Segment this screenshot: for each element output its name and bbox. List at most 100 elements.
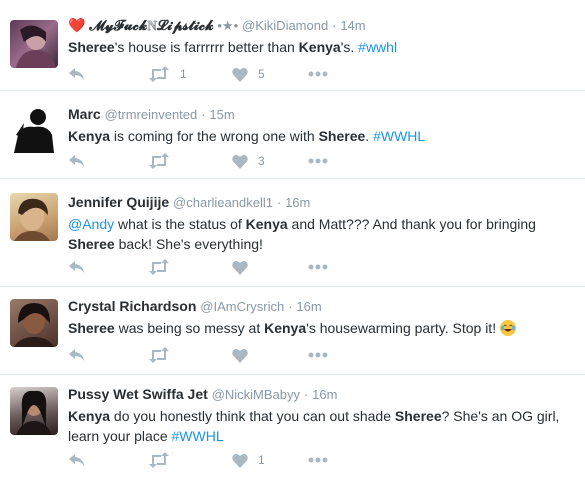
heart-icon	[232, 260, 248, 275]
tweet[interactable]: Pussy Wet Swiffa Jet @NickiMBabyy · 16m …	[0, 375, 585, 480]
reply-icon	[69, 349, 84, 361]
tweet-timeline: ❤️ 𝓜𝔂𝓕𝓾𝓬𝓴ℕ𝓛𝓲𝓹𝓼𝓽𝓲𝓬𝓴 •★• @KikiDiamond · 14…	[0, 0, 585, 480]
keyword: Sheree	[394, 408, 442, 424]
timestamp[interactable]: 14m	[340, 18, 365, 33]
timestamp[interactable]: 15m	[209, 107, 234, 122]
keyword: Kenya	[68, 408, 111, 424]
timestamp[interactable]: 16m	[285, 195, 310, 210]
avatar[interactable]	[10, 20, 58, 68]
more-button[interactable]	[308, 151, 328, 171]
reply-button[interactable]	[68, 257, 86, 277]
separator-dot: ·	[303, 387, 309, 402]
tweet-text: Sheree was being so messy at Kenya's hou…	[68, 318, 575, 338]
tweet-actions: 3	[68, 151, 368, 171]
username[interactable]: @KikiDiamond	[242, 18, 328, 33]
reply-button[interactable]	[68, 450, 86, 470]
more-icon	[308, 158, 328, 164]
more-button[interactable]	[308, 345, 328, 365]
more-icon	[308, 71, 328, 77]
retweet-button[interactable]	[148, 450, 180, 470]
tweet-header: Pussy Wet Swiffa Jet @NickiMBabyy · 16m	[68, 385, 575, 404]
tweet-header: Marc @trmreinvented · 15m	[68, 105, 575, 124]
retweet-icon	[149, 153, 169, 169]
tweet-header: Crystal Richardson @IAmCrysrich · 16m	[68, 297, 575, 316]
avatar[interactable]	[10, 193, 58, 241]
tweet-text: @Andy what is the status of Kenya and Ma…	[68, 214, 575, 254]
keyword: Kenya	[245, 216, 288, 232]
text-segment: was being so messy at	[114, 320, 265, 336]
display-name[interactable]: Marc	[68, 106, 101, 122]
text-segment: do you honestly think that you can out s…	[110, 408, 395, 424]
tweet-header: ❤️ 𝓜𝔂𝓕𝓾𝓬𝓴ℕ𝓛𝓲𝓹𝓼𝓽𝓲𝓬𝓴 •★• @KikiDiamond · 14…	[68, 16, 575, 35]
more-icon	[308, 457, 328, 463]
tweet-text: Sheree's house is farrrrrr better than K…	[68, 37, 575, 57]
heart-icon	[232, 348, 248, 363]
retweet-button[interactable]: 1	[148, 64, 187, 84]
like-button[interactable]	[232, 257, 258, 277]
retweet-icon	[149, 452, 169, 468]
like-button[interactable]	[232, 345, 258, 365]
display-name[interactable]: Pussy Wet Swiffa Jet	[68, 386, 208, 402]
reply-icon	[69, 155, 84, 167]
red-heart-emoji: ❤️	[68, 17, 86, 33]
reply-button[interactable]	[68, 64, 86, 84]
retweet-count: 1	[180, 67, 187, 81]
keyword: Kenya	[298, 39, 341, 55]
text-segment: .	[365, 128, 374, 144]
tweet-actions	[68, 257, 368, 277]
keyword: Sheree	[68, 236, 115, 252]
username[interactable]: @NickiMBabyy	[212, 387, 300, 402]
tweet[interactable]: Crystal Richardson @IAmCrysrich · 16m Sh…	[0, 287, 585, 375]
text-segment: 's.	[340, 39, 359, 55]
like-button[interactable]: 5	[232, 64, 265, 84]
name-decoration: •★•	[217, 18, 239, 33]
retweet-button[interactable]	[148, 345, 180, 365]
more-button[interactable]	[308, 257, 328, 277]
retweet-button[interactable]	[148, 257, 180, 277]
tweet[interactable]: Marc @trmreinvented · 15m Kenya is comin…	[0, 91, 585, 179]
tweet-actions: 1	[68, 450, 368, 470]
tweet-actions	[68, 345, 368, 365]
like-count: 3	[258, 154, 265, 168]
timestamp[interactable]: 16m	[312, 387, 337, 402]
like-button[interactable]: 3	[232, 151, 265, 171]
reply-button[interactable]	[68, 151, 86, 171]
display-name[interactable]: 𝓜𝔂𝓕𝓾𝓬𝓴ℕ𝓛𝓲𝓹𝓼𝓽𝓲𝓬𝓴	[89, 17, 213, 33]
more-icon	[308, 264, 328, 270]
reply-button[interactable]	[68, 345, 86, 365]
tweet[interactable]: ❤️ 𝓜𝔂𝓕𝓾𝓬𝓴ℕ𝓛𝓲𝓹𝓼𝓽𝓲𝓬𝓴 •★• @KikiDiamond · 14…	[0, 0, 585, 91]
keyword: Sheree	[68, 39, 115, 55]
username[interactable]: @trmreinvented	[105, 107, 198, 122]
like-count: 1	[258, 453, 265, 467]
mention-link[interactable]: @Andy	[68, 216, 114, 232]
avatar[interactable]	[10, 105, 58, 153]
retweet-icon	[149, 259, 169, 275]
retweet-button[interactable]	[148, 151, 180, 171]
heart-icon	[232, 67, 248, 82]
heart-icon	[232, 453, 248, 468]
reply-icon	[69, 454, 84, 466]
keyword: Kenya	[68, 128, 111, 144]
more-button[interactable]	[308, 450, 328, 470]
separator-dot: ·	[332, 18, 337, 33]
like-button[interactable]: 1	[232, 450, 265, 470]
hashtag-link[interactable]: #WWHL	[373, 128, 425, 144]
text-segment: back! She's everything!	[114, 236, 263, 252]
avatar[interactable]	[10, 387, 58, 435]
display-name[interactable]: Crystal Richardson	[68, 298, 196, 314]
username[interactable]: @IAmCrysrich	[200, 299, 284, 314]
username[interactable]: @charlieandkell1	[173, 195, 273, 210]
like-count: 5	[258, 67, 265, 81]
more-button[interactable]	[308, 64, 328, 84]
more-icon	[308, 352, 328, 358]
separator-dot: ·	[288, 299, 293, 314]
tweet[interactable]: Jennifer Quijije @charlieandkell1 · 16m …	[0, 179, 585, 287]
timestamp[interactable]: 16m	[296, 299, 321, 314]
keyword: Sheree	[318, 128, 366, 144]
hashtag-link[interactable]: #WWHL	[172, 428, 224, 444]
tweet-text: Kenya is coming for the wrong one with S…	[68, 126, 575, 146]
avatar[interactable]	[10, 299, 58, 347]
text-segment: 's house is farrrrrr better than	[114, 39, 299, 55]
hashtag-link[interactable]: #wwhl	[358, 39, 397, 55]
display-name[interactable]: Jennifer Quijije	[68, 194, 169, 210]
